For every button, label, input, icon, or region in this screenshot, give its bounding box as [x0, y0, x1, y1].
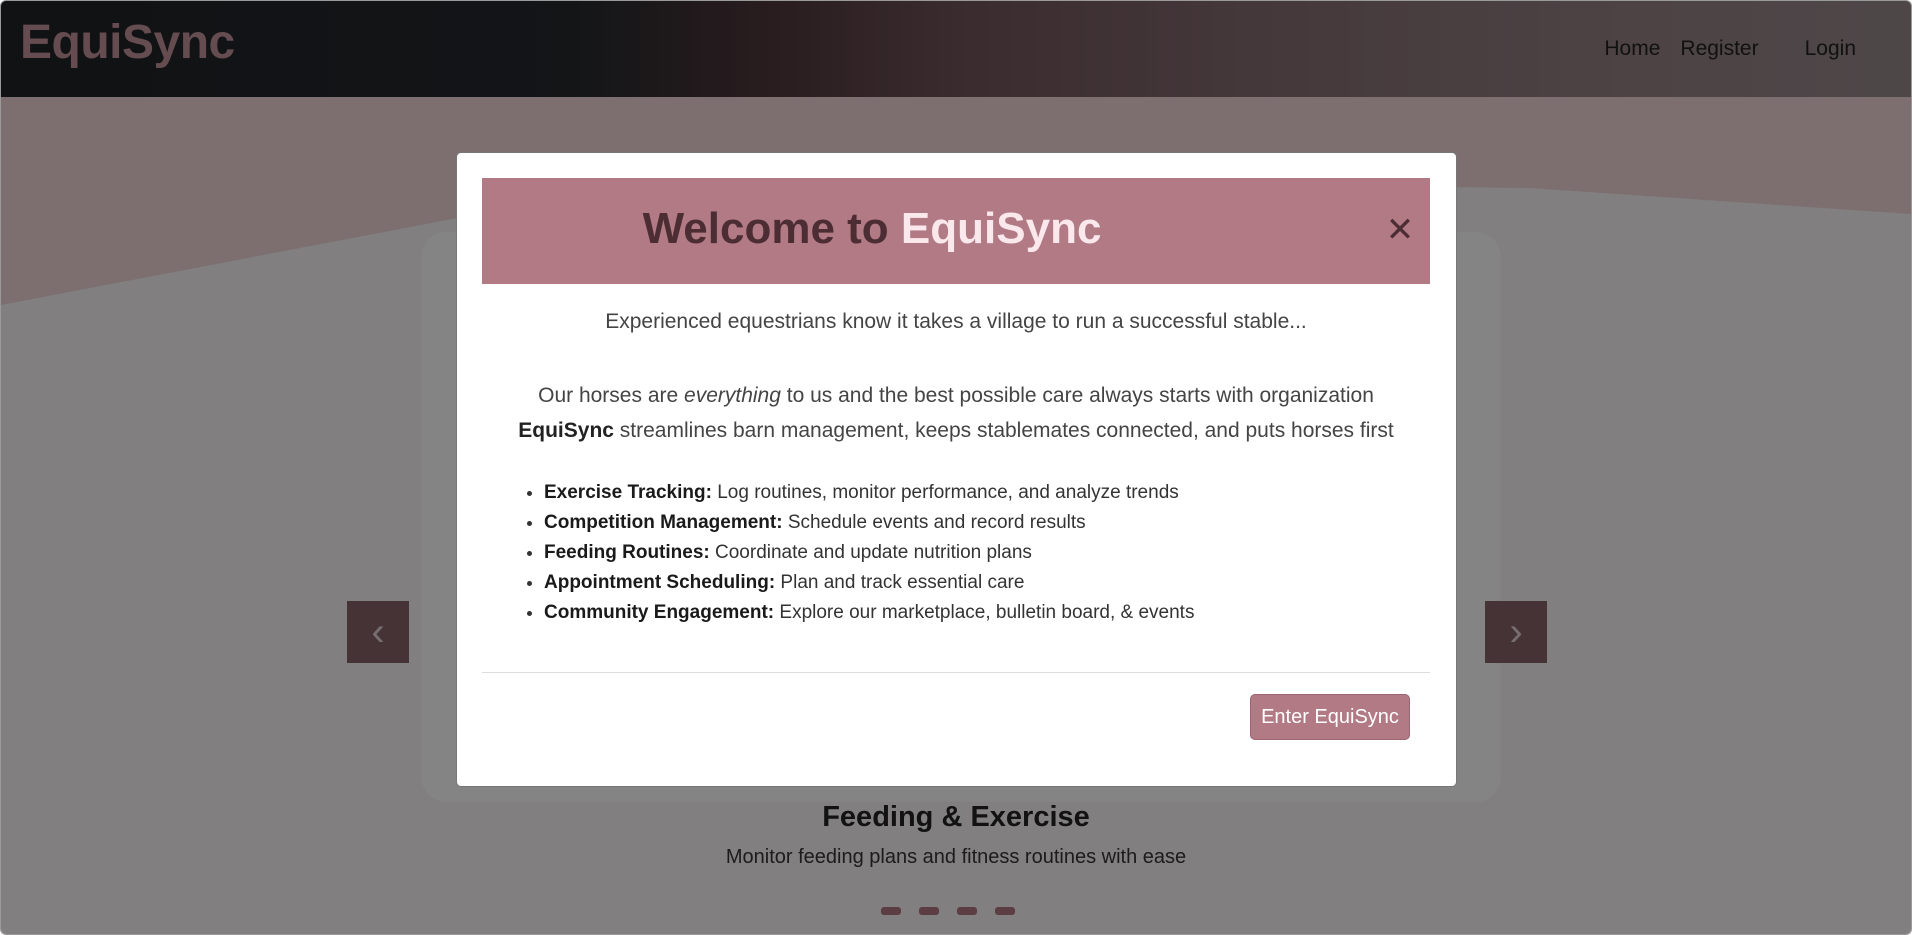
- feature-item: Community Engagement: Explore our market…: [544, 598, 1194, 628]
- close-button[interactable]: ✕: [1384, 211, 1416, 249]
- feature-item: Appointment Scheduling: Plan and track e…: [544, 568, 1194, 598]
- close-icon: ✕: [1385, 211, 1415, 249]
- feature-item: Exercise Tracking: Log routines, monitor…: [544, 478, 1194, 508]
- feature-text: Coordinate and update nutrition plans: [709, 542, 1032, 563]
- modal-footer-divider: [482, 672, 1430, 673]
- modal-title-brand: EquiSync: [900, 204, 1102, 253]
- feature-text: Schedule events and record results: [782, 512, 1086, 533]
- feature-item: Competition Management: Schedule events …: [544, 508, 1194, 538]
- welcome-modal: Welcome to EquiSync ✕ Experienced equest…: [456, 152, 1457, 787]
- description-line-2: EquiSync streamlines barn management, ke…: [482, 413, 1430, 448]
- feature-label: Feeding Routines:: [544, 542, 710, 563]
- feature-label: Appointment Scheduling:: [544, 572, 776, 593]
- feature-text: Log routines, monitor performance, and a…: [711, 482, 1179, 503]
- modal-header: Welcome to EquiSync ✕: [482, 178, 1430, 284]
- modal-title-prefix: Welcome to: [642, 204, 901, 253]
- feature-label: Exercise Tracking:: [544, 482, 712, 503]
- app-window: EquiSync Home Register Login ‹ › Feeding…: [0, 0, 1912, 935]
- feature-text: Plan and track essential care: [775, 572, 1025, 593]
- desc-text: to us and the best possible care always …: [780, 384, 1374, 407]
- feature-item: Feeding Routines: Coordinate and update …: [544, 538, 1194, 568]
- description-line-1: Our horses are everything to us and the …: [482, 378, 1430, 413]
- desc-brand: EquiSync: [518, 419, 614, 442]
- feature-label: Competition Management:: [544, 512, 783, 533]
- feature-list: Exercise Tracking: Log routines, monitor…: [519, 478, 1194, 628]
- desc-text: Our horses are: [538, 384, 685, 407]
- modal-title: Welcome to EquiSync: [482, 204, 1262, 254]
- modal-intro-text: Experienced equestrians know it takes a …: [605, 310, 1307, 333]
- desc-text: streamlines barn management, keeps stabl…: [613, 419, 1394, 442]
- desc-emphasis: everything: [684, 384, 781, 407]
- feature-text: Explore our marketplace, bulletin board,…: [774, 602, 1195, 623]
- feature-label: Community Engagement:: [544, 602, 775, 623]
- modal-description: Our horses are everything to us and the …: [482, 378, 1430, 448]
- enter-equisync-button[interactable]: Enter EquiSync: [1250, 694, 1410, 740]
